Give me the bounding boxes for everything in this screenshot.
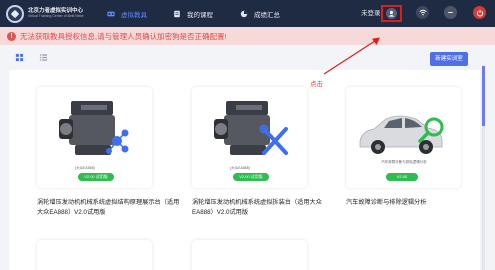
car-image <box>359 115 444 154</box>
card-thumbnail[interactable] <box>192 240 307 270</box>
vr-box-icon <box>107 11 115 16</box>
engine-image <box>214 101 288 155</box>
nav-label: 虚拟教具 <box>121 11 147 19</box>
error-message: 无法获取教具授权信息,请与管理人员确认加密狗是否正确配置! <box>20 31 227 41</box>
version-badge: V2.00 试用版 <box>233 173 269 181</box>
card-title[interactable]: 汽车故障诊断与排除逻辑分析 <box>346 198 491 208</box>
version-badge: V2.00 <box>386 173 418 181</box>
image-caption: (大众EA888) <box>230 166 250 170</box>
card-title[interactable]: 涡轮增压发动机机械系统虚拟结构原理展示台（适用大众EA888）V2.0试用版 <box>37 198 182 218</box>
chart-icon <box>240 10 248 17</box>
network-button[interactable] <box>416 6 429 19</box>
nav-item-score-summary[interactable]: 成绩汇总 <box>240 0 280 27</box>
power-button[interactable] <box>473 6 486 19</box>
nav-item-my-courses[interactable]: 我的课程 <box>173 0 213 27</box>
nav-label: 成绩汇总 <box>254 11 280 19</box>
logo-icon <box>6 4 24 23</box>
login-status: 未登录 <box>361 10 381 17</box>
book-icon <box>174 10 180 17</box>
minimize-icon <box>448 12 453 13</box>
new-training-room-button[interactable]: 新建实训室 <box>430 52 468 66</box>
image-caption: 汽车故障诊断与排除逻辑分析 <box>381 160 427 164</box>
card-thumbnail[interactable] <box>37 240 152 270</box>
wifi-icon <box>418 9 427 16</box>
user-button[interactable] <box>381 5 402 22</box>
card-title[interactable]: 涡轮增压发动机机械系统虚拟拆装台（适用大众EA888）V2.0试用版 <box>192 198 337 218</box>
minimize-button[interactable] <box>444 6 457 19</box>
user-icon <box>386 8 397 19</box>
version-badge: V2.00 试用版 <box>78 173 114 181</box>
list-view-icon[interactable] <box>39 53 48 62</box>
card-thumbnail[interactable]: (大众EA888) V2.00 试用版 <box>192 87 307 188</box>
error-icon: ! <box>7 31 16 41</box>
logo-subtitle: Virtual Training Center of Beili Nebe <box>28 14 84 18</box>
power-icon <box>476 9 483 16</box>
error-banner: ! 无法获取教具授权信息,请与管理人员确认加密狗是否正确配置! <box>0 27 495 45</box>
app-logo: 北京力者虚拟实训中心 Virtual Training Center of Be… <box>6 4 106 23</box>
annotation-label: 点击 <box>310 81 323 88</box>
image-caption: (大众EA888) <box>75 166 95 170</box>
scrollbar-thumb[interactable] <box>482 66 485 126</box>
grid-view-icon[interactable] <box>15 53 24 62</box>
engine-image <box>59 101 129 155</box>
card-thumbnail[interactable]: 汽车故障诊断与排除逻辑分析 V2.00 <box>346 87 461 188</box>
card-thumbnail[interactable]: (大众EA888) V2.00 试用版 <box>37 87 152 188</box>
nav-label: 我的课程 <box>187 11 213 19</box>
annotation-arrow <box>323 37 380 75</box>
nav-item-virtual-teaching-aids[interactable]: 虚拟教具 <box>107 0 147 27</box>
